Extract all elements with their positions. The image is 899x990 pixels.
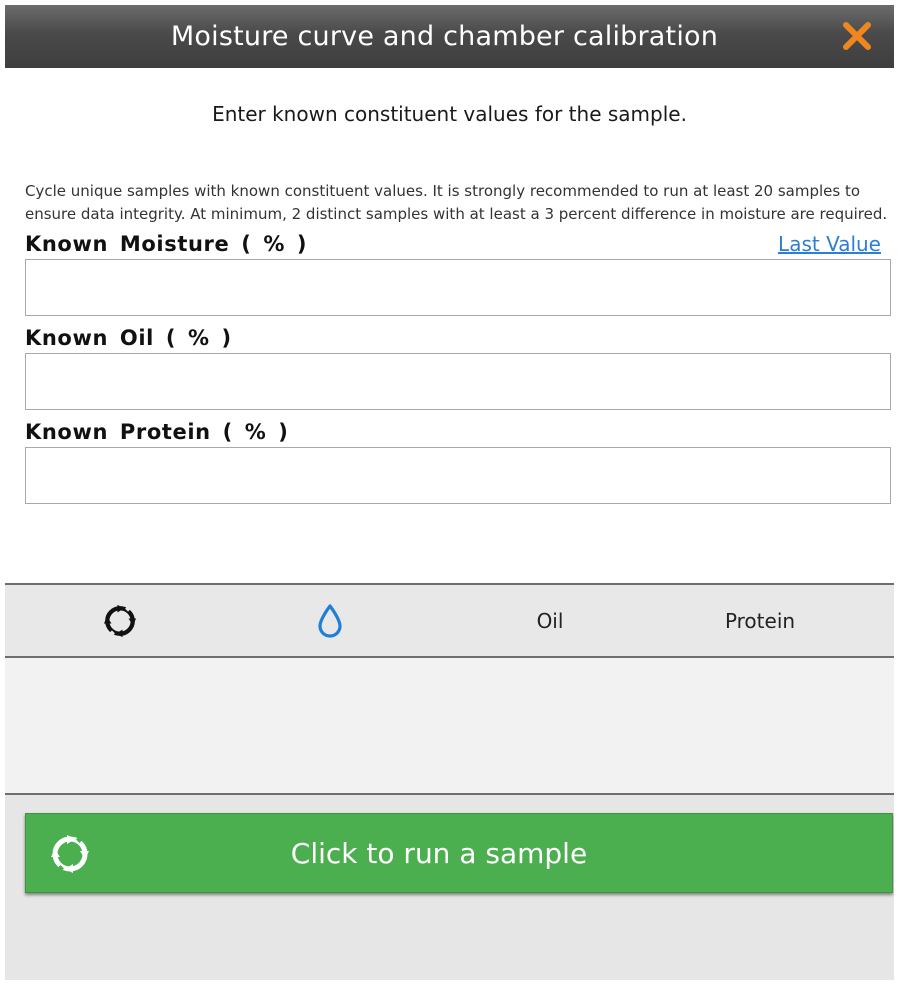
tab-protein[interactable]: Protein (695, 585, 825, 656)
water-drop-icon (318, 603, 342, 638)
instructions-text: Cycle unique samples with known constitu… (25, 182, 888, 223)
close-icon[interactable] (840, 19, 874, 53)
tab-cycle[interactable] (85, 585, 155, 656)
cycle-icon (103, 604, 137, 637)
tab-oil[interactable]: Oil (495, 585, 605, 656)
protein-input[interactable] (25, 447, 891, 504)
oil-label: Known Oil ( % ) (25, 326, 232, 350)
dialog-titlebar: Moisture curve and chamber calibration (5, 5, 894, 68)
results-area (5, 658, 894, 795)
footer-area: Click to run a sample (5, 795, 894, 980)
dialog-title: Moisture curve and chamber calibration (170, 21, 719, 52)
calibration-dialog: Moisture curve and chamber calibration E… (5, 5, 894, 980)
tab-moisture[interactable] (295, 585, 365, 656)
moisture-input[interactable] (25, 259, 891, 316)
results-tab-strip: Oil Protein (5, 583, 894, 658)
oil-input[interactable] (25, 353, 891, 410)
protein-field-group: Known Protein ( % ) (25, 417, 891, 504)
dialog-subtitle: Enter known constituent values for the s… (212, 102, 687, 126)
cycle-icon (51, 835, 89, 873)
run-sample-button[interactable]: Click to run a sample (25, 813, 893, 893)
moisture-label: Known Moisture ( % ) (25, 232, 308, 256)
last-value-link[interactable]: Last Value (778, 229, 881, 259)
moisture-field-group: Known Moisture ( % ) Last Value (25, 229, 891, 316)
oil-field-group: Known Oil ( % ) (25, 323, 891, 410)
protein-label: Known Protein ( % ) (25, 420, 289, 444)
run-sample-label: Click to run a sample (290, 836, 588, 870)
